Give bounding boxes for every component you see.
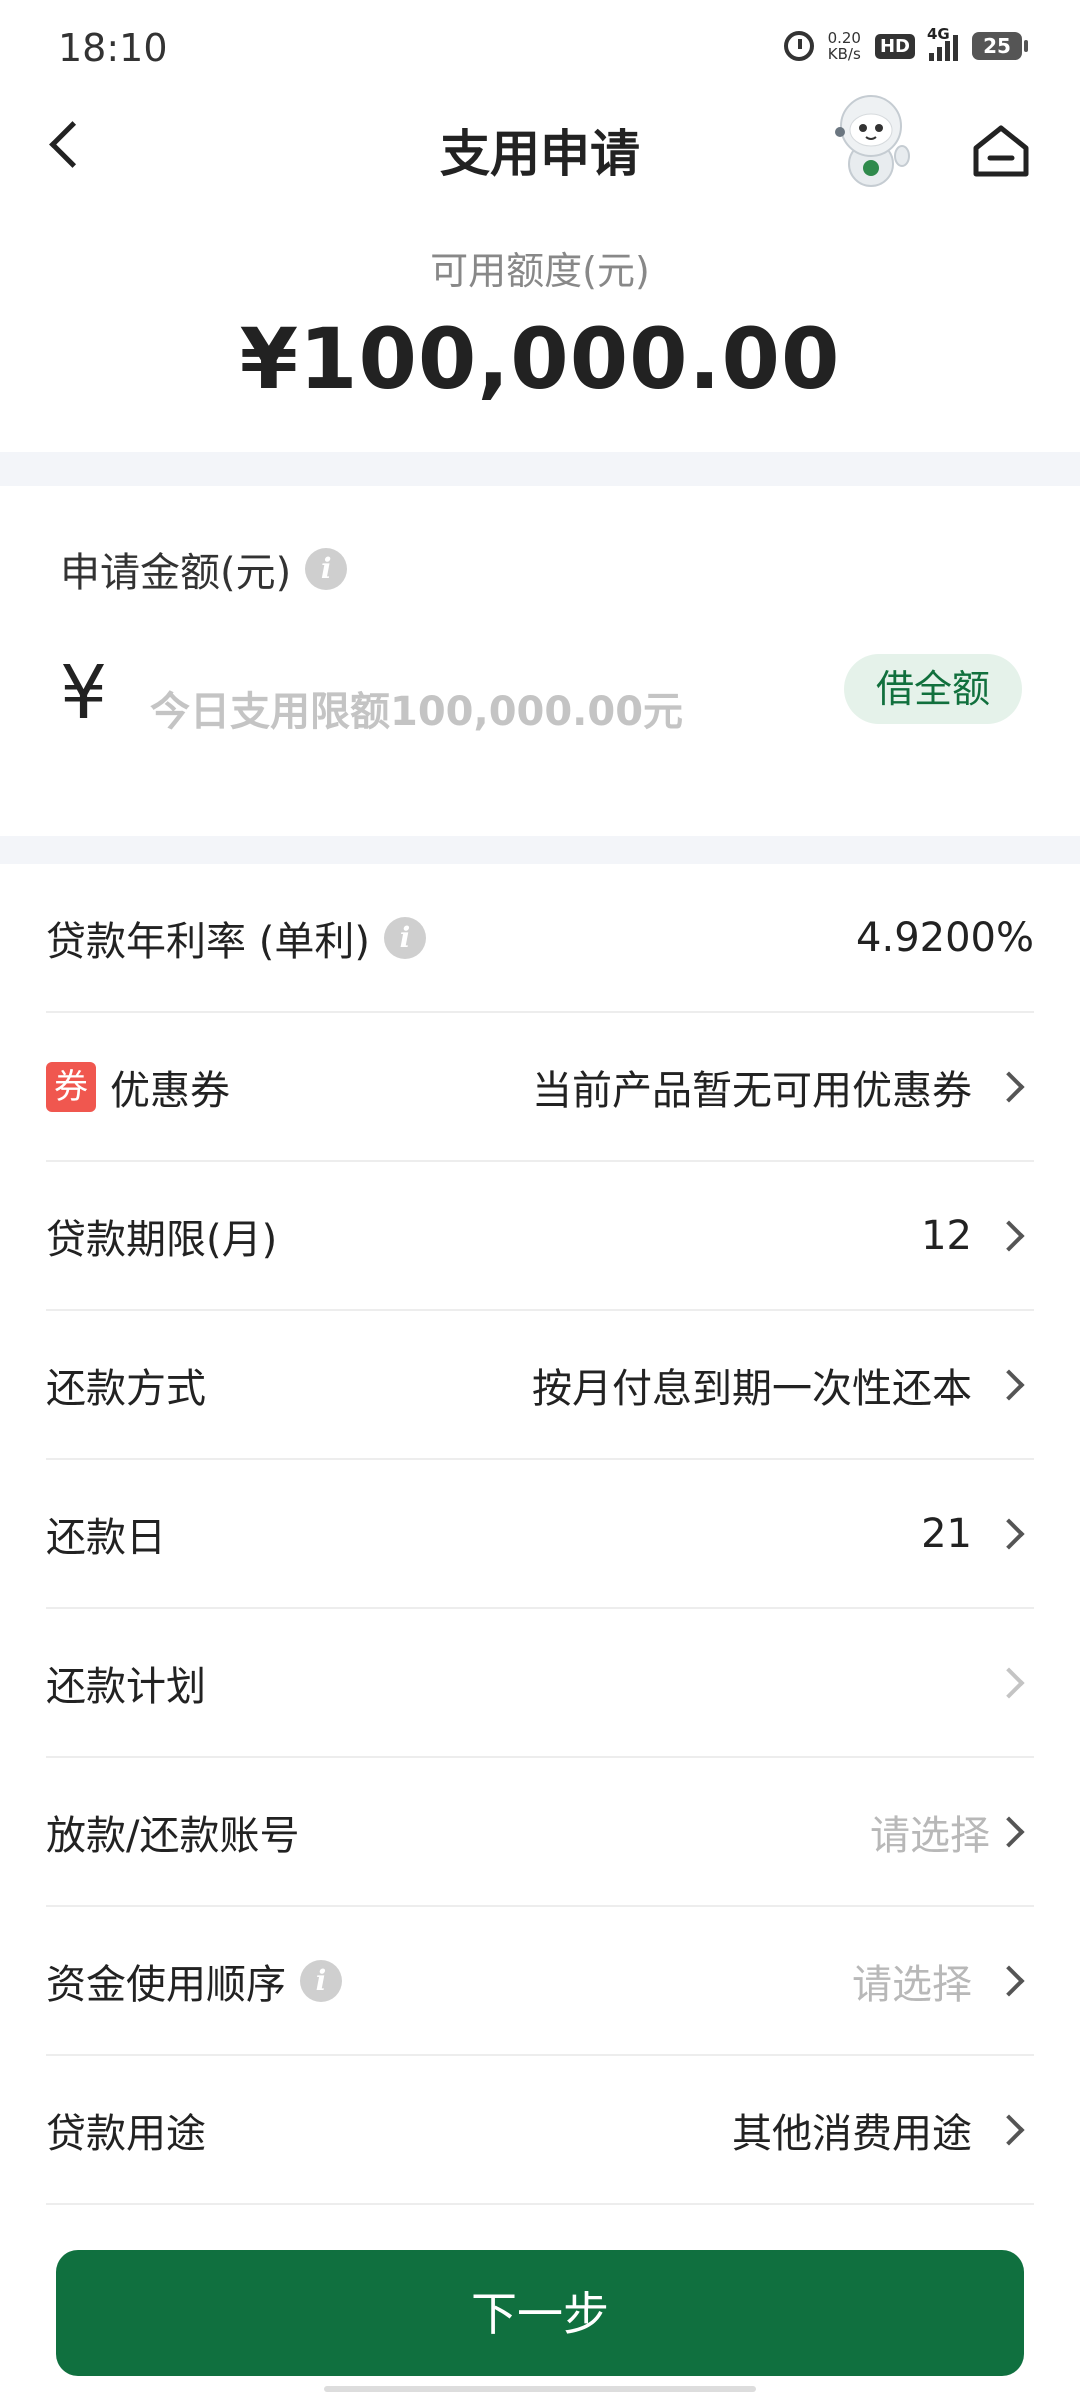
interest-rate-row: 贷款年利率 (单利) i 4.9200% bbox=[46, 864, 1034, 1013]
info-icon[interactable]: i bbox=[383, 916, 426, 959]
repayment-plan-row[interactable]: 还款计划 bbox=[46, 1609, 1034, 1758]
assistant-robot-icon[interactable] bbox=[828, 92, 914, 192]
repayment-day-value: 21 bbox=[921, 1510, 972, 1557]
coupon-icon: 券 bbox=[46, 1061, 96, 1112]
status-icons: 0.20 KB/s HD 4G 25 bbox=[783, 25, 1028, 62]
currency-symbol: ¥ bbox=[60, 650, 108, 736]
coupon-row[interactable]: 券 优惠券 当前产品暂无可用优惠券 bbox=[46, 1013, 1034, 1162]
network-speed-unit: KB/s bbox=[827, 45, 861, 63]
gesture-bar[interactable] bbox=[324, 2386, 756, 2392]
apply-amount-label-group: 申请金额(元) i bbox=[60, 540, 348, 598]
borrow-all-button[interactable]: 借全额 bbox=[844, 654, 1022, 724]
chevron-right-icon bbox=[993, 1964, 1025, 1997]
repayment-method-label: 还款方式 bbox=[46, 1365, 206, 1412]
chevron-right-icon bbox=[993, 1666, 1025, 1699]
account-label: 放款/还款账号 bbox=[46, 1812, 300, 1859]
available-quota-label: 可用额度(元) bbox=[430, 249, 650, 293]
chevron-right-icon bbox=[993, 1219, 1025, 1252]
info-icon[interactable]: i bbox=[305, 548, 348, 590]
status-time: 18:10 bbox=[58, 26, 168, 70]
home-icon[interactable] bbox=[966, 116, 1036, 186]
loan-options-list: 贷款年利率 (单利) i 4.9200% 券 优惠券 当前产品暂无可用优惠券 贷… bbox=[0, 864, 1080, 2205]
repayment-method-row[interactable]: 还款方式 按月付息到期一次性还本 bbox=[46, 1311, 1034, 1460]
loan-purpose-value: 其他消费用途 bbox=[732, 2110, 972, 2157]
loan-term-label: 贷款期限(月) bbox=[46, 1216, 278, 1263]
chevron-right-icon bbox=[993, 1368, 1025, 1401]
section-divider bbox=[0, 836, 1080, 864]
next-step-button[interactable]: 下一步 bbox=[56, 2250, 1024, 2376]
coupon-label: 优惠券 bbox=[110, 1067, 230, 1114]
available-quota-value: ¥100,000.00 bbox=[239, 310, 841, 408]
hd-icon: HD bbox=[874, 33, 915, 59]
loan-term-value: 12 bbox=[921, 1212, 972, 1259]
repayment-method-value: 按月付息到期一次性还本 bbox=[532, 1365, 972, 1412]
loan-purpose-label: 贷款用途 bbox=[46, 2110, 206, 2157]
loan-purpose-row[interactable]: 贷款用途 其他消费用途 bbox=[46, 2056, 1034, 2205]
page-title: 支用申请 bbox=[440, 125, 640, 183]
chevron-right-icon bbox=[993, 1517, 1025, 1550]
fund-order-value: 请选择 bbox=[852, 1961, 972, 2008]
repayment-day-row[interactable]: 还款日 21 bbox=[46, 1460, 1034, 1609]
interest-rate-value: 4.9200% bbox=[856, 914, 1034, 961]
account-row[interactable]: 放款/还款账号 请选择 bbox=[46, 1758, 1034, 1907]
fund-order-row[interactable]: 资金使用顺序 i 请选择 bbox=[46, 1907, 1034, 2056]
section-divider bbox=[0, 452, 1080, 486]
chevron-right-icon bbox=[993, 2113, 1025, 2146]
repayment-day-label: 还款日 bbox=[46, 1514, 166, 1561]
account-value: 请选择 bbox=[870, 1812, 990, 1859]
network-speed: 0.20 KB/s bbox=[828, 30, 861, 62]
fund-order-label: 资金使用顺序 bbox=[46, 1961, 286, 2008]
apply-amount-input[interactable] bbox=[148, 676, 752, 748]
loan-term-row[interactable]: 贷款期限(月) 12 bbox=[46, 1162, 1034, 1311]
interest-rate-label: 贷款年利率 (单利) bbox=[46, 918, 370, 965]
status-bar: 18:10 0.20 KB/s HD 4G 25 bbox=[0, 0, 1080, 96]
chevron-right-icon bbox=[993, 1070, 1025, 1103]
apply-amount-label: 申请金额(元) bbox=[60, 550, 292, 596]
repayment-plan-label: 还款计划 bbox=[46, 1663, 206, 1710]
chevron-right-icon bbox=[993, 1815, 1025, 1848]
coupon-value: 当前产品暂无可用优惠券 bbox=[532, 1067, 972, 1114]
header: 支用申请 bbox=[0, 95, 1080, 196]
network-speed-value: 0.20 bbox=[827, 29, 861, 47]
alarm-icon bbox=[783, 31, 814, 61]
signal-icon: 4G bbox=[927, 25, 958, 61]
network-type: 4G bbox=[927, 25, 950, 43]
battery-icon: 25 bbox=[972, 32, 1028, 60]
info-icon[interactable]: i bbox=[300, 1959, 342, 2002]
